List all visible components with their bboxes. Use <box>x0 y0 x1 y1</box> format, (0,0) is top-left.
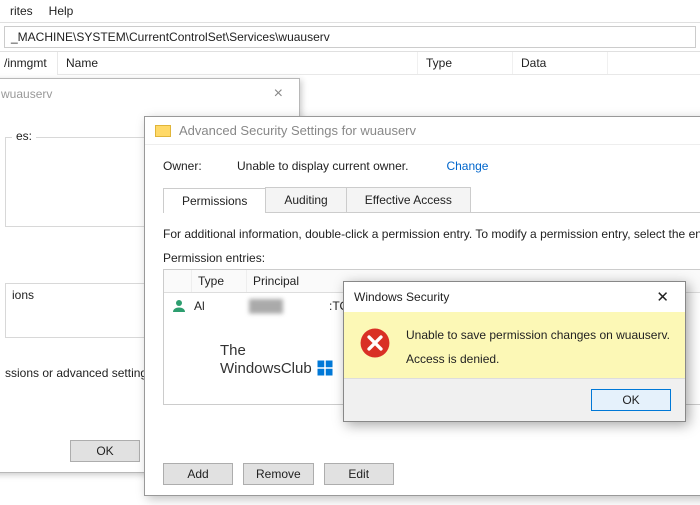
ok-button[interactable]: OK <box>70 440 140 462</box>
group-users-label: es: <box>12 129 36 143</box>
error-line1: Unable to save permission changes on wua… <box>406 326 670 344</box>
close-icon[interactable]: × <box>268 85 289 103</box>
remove-entry-button[interactable]: Remove <box>243 463 314 485</box>
close-icon[interactable]: ✕ <box>650 288 675 306</box>
entry-principal-blur: ████ <box>249 299 329 313</box>
permissions-title: wuauserv <box>1 87 52 101</box>
advanced-titlebar[interactable]: Advanced Security Settings for wuauserv <box>145 117 700 145</box>
edit-entry-button[interactable]: Edit <box>324 463 394 485</box>
ok-button[interactable]: OK <box>591 389 671 411</box>
menu-favorites[interactable]: rites <box>4 2 39 20</box>
change-owner-link[interactable]: Change <box>446 159 488 173</box>
owner-row: Owner: Unable to display current owner. … <box>163 159 700 173</box>
advanced-title: Advanced Security Settings for wuauserv <box>179 123 416 138</box>
column-headers: Name Type Data <box>58 52 700 75</box>
col-type[interactable]: Type <box>192 270 247 292</box>
owner-value: Unable to display current owner. <box>237 159 408 173</box>
tab-effective-access[interactable]: Effective Access <box>346 187 471 212</box>
add-entry-button[interactable]: Add <box>163 463 233 485</box>
entry-type: Al <box>194 299 249 313</box>
tab-permissions[interactable]: Permissions <box>163 188 266 213</box>
info-text: For additional information, double-click… <box>163 227 700 241</box>
error-title: Windows Security <box>354 290 449 304</box>
error-line2: Access is denied. <box>406 350 670 368</box>
tab-strip: Permissions Auditing Effective Access <box>163 187 700 213</box>
tree-pane[interactable]: /inmgmt <box>0 52 58 75</box>
watermark-line2: WindowsClub <box>220 360 312 377</box>
user-icon <box>170 297 188 315</box>
owner-label: Owner: <box>163 159 213 173</box>
col-name[interactable]: Name <box>58 52 418 74</box>
tree-item[interactable]: /inmgmt <box>4 56 47 70</box>
list-pane: Name Type Data <box>58 52 700 75</box>
entries-label: Permission entries: <box>163 251 700 265</box>
tab-auditing[interactable]: Auditing <box>265 187 346 212</box>
col-type[interactable]: Type <box>418 52 513 74</box>
watermark-line1: The <box>220 342 334 359</box>
error-message: Unable to save permission changes on wua… <box>406 326 670 368</box>
error-icon <box>358 326 392 360</box>
watermark: The WindowsClub <box>220 342 334 377</box>
menu-help[interactable]: Help <box>43 2 80 20</box>
folder-icon <box>155 125 171 137</box>
error-titlebar[interactable]: Windows Security ✕ <box>344 282 685 312</box>
windows-logo-icon <box>316 359 334 377</box>
permissions-titlebar[interactable]: wuauserv × <box>0 79 299 109</box>
menubar[interactable]: rites Help <box>0 0 700 23</box>
col-data[interactable]: Data <box>513 52 608 74</box>
address-bar[interactable]: _MACHINE\SYSTEM\CurrentControlSet\Servic… <box>4 26 696 48</box>
windows-security-dialog: Windows Security ✕ Unable to save permis… <box>343 281 686 422</box>
